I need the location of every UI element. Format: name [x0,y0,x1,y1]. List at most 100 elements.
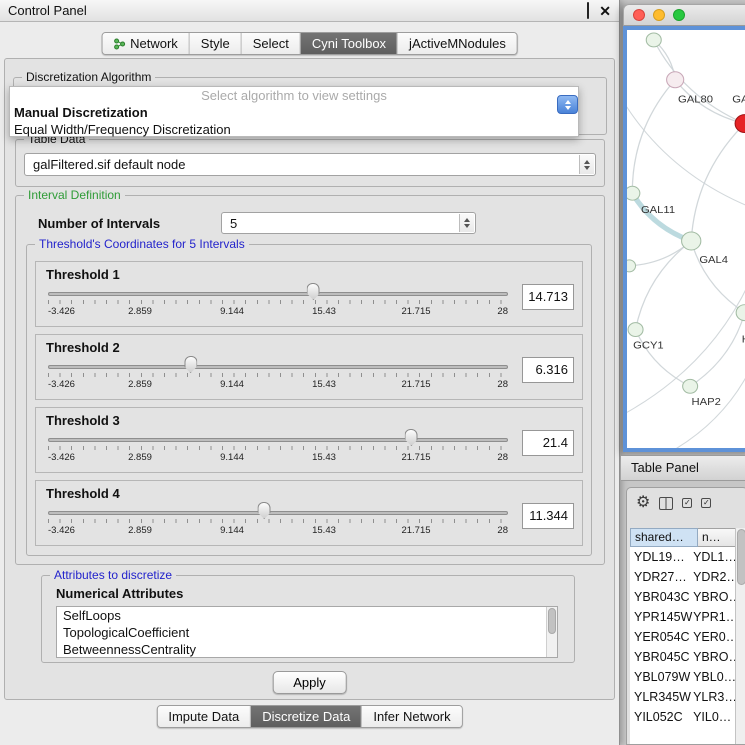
scrollbar-thumb[interactable] [737,529,745,585]
algorithm-combo-stepper[interactable] [557,95,578,114]
table-cell[interactable]: YPR145W [630,607,693,627]
table-data-combobox[interactable]: galFiltered.sif default node [24,153,596,176]
slider-track[interactable] [48,438,508,442]
list-item[interactable]: TopologicalCoefficient [57,624,557,641]
network-node[interactable] [646,33,661,47]
table-row[interactable]: YBR045CYBRO… [630,647,735,667]
table-cell[interactable]: YDR2… [693,567,735,587]
network-edge[interactable] [632,80,675,193]
threshold-value-field[interactable]: 6.316 [522,357,574,383]
list-item[interactable]: SelfLoops [57,607,557,624]
network-node[interactable] [735,115,745,133]
table-cell[interactable]: YDL19… [630,547,693,567]
tab-jactivemnodules[interactable]: jActiveMNodules [397,33,517,54]
tick-label: 15.43 [312,525,336,536]
combo-stepper-icon[interactable] [459,214,474,232]
network-node[interactable] [627,186,640,200]
slider-thumb[interactable] [184,356,197,373]
table-cell[interactable]: YIL052C [630,707,693,727]
table-cell[interactable]: YBL079W [630,667,693,687]
table-cell[interactable]: YER054C [630,627,693,647]
network-node[interactable] [682,232,701,250]
threshold-value-field[interactable]: 21.4 [522,430,574,456]
network-edge[interactable] [690,313,745,387]
column-header-name[interactable]: n… [698,528,740,547]
table-cell[interactable]: YBRO… [693,587,735,607]
table-row[interactable]: YDL19…YDL1… [630,547,735,567]
checkbox-icon[interactable]: ✓ [701,498,711,508]
network-edge[interactable] [691,124,745,241]
checkbox-icon[interactable]: ✓ [682,498,692,508]
column-header-shared[interactable]: shared… [630,528,698,547]
slider-track[interactable] [48,511,508,515]
tab-style[interactable]: Style [189,33,241,54]
table-cell[interactable]: YBRO… [693,647,735,667]
tab-impute-data[interactable]: Impute Data [157,706,250,727]
table-cell[interactable]: YBL0… [693,667,735,687]
table-row[interactable]: YBR043CYBRO… [630,587,735,607]
gear-icon[interactable]: ⚙ [636,495,650,511]
tab-infer-network[interactable]: Infer Network [361,706,461,727]
window-restore-button[interactable] [587,3,589,18]
slider-thumb[interactable] [307,283,320,300]
minimize-traffic-light[interactable] [653,9,665,21]
scrollbar-thumb[interactable] [548,608,556,634]
network-node[interactable] [683,379,698,393]
slider-track[interactable] [48,292,508,296]
tab-select[interactable]: Select [241,33,300,54]
network-node[interactable] [667,72,684,88]
network-edge[interactable] [627,90,745,209]
tick-label: 9.144 [220,379,244,390]
columns-icon[interactable] [659,497,673,510]
slider-thumb[interactable] [258,502,271,519]
window-close-button[interactable]: ✕ [599,4,611,18]
list-scrollbar[interactable] [546,607,557,657]
table-cell[interactable]: YLR345W [630,687,693,707]
list-item[interactable]: BetweennessCentrality [57,641,557,658]
table-cell[interactable]: YIL0… [693,707,735,727]
table-cell[interactable]: YPR1… [693,607,735,627]
table-row[interactable]: YDR27…YDR2… [630,567,735,587]
popup-option-equal-width[interactable]: Equal Width/Frequency Discretization [10,121,578,138]
number-of-intervals-label: Number of Intervals [38,216,160,231]
network-edge[interactable] [691,241,745,313]
table-cell[interactable]: YDR27… [630,567,693,587]
close-traffic-light[interactable] [633,9,645,21]
popup-option-manual-discretization[interactable]: Manual Discretization [10,104,578,121]
number-of-intervals-combobox[interactable]: 5 [221,212,476,234]
tab-discretize-data[interactable]: Discretize Data [250,706,361,727]
threshold-value-field[interactable]: 11.344 [522,503,574,529]
table-scrollbar[interactable] [735,528,745,744]
table-cell[interactable]: YBR043C [630,587,693,607]
threshold-value-field[interactable]: 14.713 [522,284,574,310]
table-cell[interactable]: YER0… [693,627,735,647]
table-cell[interactable]: YLR3… [693,687,735,707]
table-row[interactable]: YER054CYER0… [630,627,735,647]
tab-cyni-toolbox[interactable]: Cyni Toolbox [300,33,397,54]
table-row[interactable]: YIL052CYIL0… [630,707,735,727]
network-canvas[interactable]: GAL80GAGAL11GAL4GCY1HHAP2 [627,30,745,448]
table-cell[interactable]: YDL1… [693,547,735,567]
table-row[interactable]: YBL079WYBL0… [630,667,735,687]
network-node[interactable] [627,260,636,272]
tick-label: -3.426 [48,525,75,536]
network-graph[interactable]: GAL80GAGAL11GAL4GCY1HHAP2 [627,30,745,448]
slider-ticks [48,519,508,523]
threshold-panel-1: Threshold 1 14.713 -3.426 2.859 9.144 15… [35,261,583,327]
network-edge[interactable] [636,330,691,387]
zoom-traffic-light[interactable] [673,9,685,21]
network-edge[interactable] [632,193,691,241]
table-row[interactable]: YLR345WYLR3… [630,687,735,707]
tab-network[interactable]: Network [102,33,189,54]
network-edge[interactable] [636,241,692,330]
network-node[interactable] [628,323,643,337]
table-cell[interactable]: YBR045C [630,647,693,667]
table-data-group: Table Data galFiltered.sif default node [15,139,605,187]
threshold-slider: -3.426 2.859 9.144 15.43 21.715 28 [48,481,508,545]
tab-label: Cyni Toolbox [312,36,386,51]
table-row[interactable]: YPR145WYPR1… [630,607,735,627]
apply-button[interactable]: Apply [272,671,347,694]
combo-stepper-icon[interactable] [579,155,594,174]
slider-track[interactable] [48,365,508,369]
slider-thumb[interactable] [405,429,418,446]
